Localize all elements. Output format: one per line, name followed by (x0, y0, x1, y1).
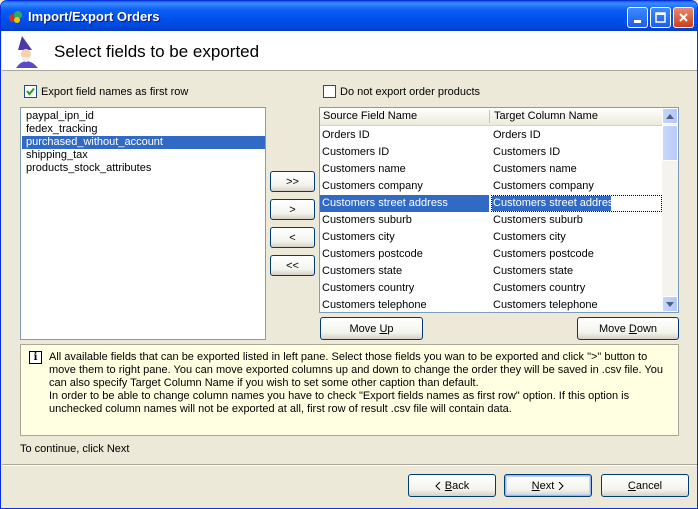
target-column-cell[interactable]: Customers company (493, 178, 594, 195)
info-panel: i All available fields that can be expor… (20, 344, 679, 436)
target-column-cell[interactable]: Customers ID (493, 144, 560, 161)
cancel-label: Cancel (627, 479, 663, 492)
export-names-checkbox-box[interactable] (24, 85, 37, 98)
add-all-button[interactable]: >> (270, 171, 315, 192)
info-text: All available fields that can be exporte… (49, 351, 674, 416)
grid-scrollbar[interactable] (662, 108, 678, 312)
grid-row[interactable]: Customers state Customers state (320, 263, 663, 280)
close-button[interactable] (673, 7, 694, 28)
title-bar[interactable]: Import/Export Orders (1, 1, 697, 31)
minimize-button[interactable] (627, 7, 648, 28)
maximize-button[interactable] (650, 7, 671, 28)
grid-row[interactable]: Customers suburb Customers suburb (320, 212, 663, 229)
remove-all-button[interactable]: << (270, 255, 315, 276)
column-header-target[interactable]: Target Column Name (494, 110, 598, 122)
wizard-icon (16, 36, 38, 68)
continue-hint: To continue, click Next (20, 443, 130, 455)
info-icon: i (29, 351, 42, 364)
target-column-cell[interactable]: Customers country (493, 280, 585, 297)
cancel-button[interactable]: Cancel (601, 474, 689, 497)
grid-row-selected[interactable]: Customers street address Customers street… (320, 195, 663, 212)
grid-row[interactable]: Customers postcode Customers postcode (320, 246, 663, 263)
no-products-label: Do not export order products (340, 85, 481, 98)
list-item[interactable]: shipping_tax (22, 149, 265, 162)
info-line-1: All available fields that can be exporte… (49, 351, 663, 389)
scroll-up-button[interactable] (662, 108, 678, 124)
target-column-cell[interactable]: Orders ID (493, 127, 541, 144)
column-header-source[interactable]: Source Field Name (323, 110, 417, 122)
source-field-cell[interactable]: Customers name (322, 161, 406, 178)
grid-row[interactable]: Customers ID Customers ID (320, 144, 663, 161)
target-column-cell[interactable]: Customers state (493, 263, 573, 280)
no-products-checkbox-box[interactable] (323, 85, 336, 98)
back-button[interactable]: Back (408, 474, 496, 497)
minimize-icon (633, 19, 641, 23)
grid-row[interactable]: Customers country Customers country (320, 280, 663, 297)
grid-row[interactable]: Orders ID Orders ID (320, 127, 663, 144)
no-products-checkbox[interactable]: Do not export order products (323, 85, 480, 98)
target-column-cell[interactable]: Customers city (493, 229, 566, 246)
scroll-down-button[interactable] (662, 296, 678, 312)
target-column-cell[interactable]: Customers street address (493, 195, 619, 212)
list-item[interactable]: products_stock_attributes (22, 162, 265, 175)
source-field-cell[interactable]: Customers street address (322, 195, 448, 212)
move-up-button[interactable]: Move Up (320, 317, 423, 340)
list-item[interactable]: fedex_tracking (22, 123, 265, 136)
source-field-cell[interactable]: Customers suburb (322, 212, 412, 229)
source-field-cell[interactable]: Orders ID (322, 127, 370, 144)
source-field-cell[interactable]: Customers country (322, 280, 414, 297)
grid-header: Source Field Name Target Column Name (320, 108, 663, 126)
chevron-right-icon (558, 481, 565, 490)
move-down-button[interactable]: Move Down (577, 317, 679, 340)
scroll-thumb[interactable] (662, 125, 678, 161)
remove-button[interactable]: < (270, 227, 315, 248)
grid-row[interactable]: Customers telephone Customers telephone (320, 297, 663, 312)
export-names-label: Export field names as first row (41, 85, 189, 98)
source-field-cell[interactable]: Customers telephone (322, 297, 427, 312)
move-down-label: Move Down (598, 322, 658, 335)
footer-divider (2, 464, 697, 466)
maximize-icon (655, 12, 666, 23)
scroll-down-icon (666, 301, 674, 307)
page-title: Select fields to be exported (54, 42, 260, 61)
export-names-checkbox[interactable]: Export field names as first row (24, 85, 188, 98)
target-column-cell[interactable]: Customers postcode (493, 246, 594, 263)
source-field-cell[interactable]: Customers state (322, 263, 402, 280)
add-button[interactable]: > (270, 199, 315, 220)
target-column-cell[interactable]: Customers suburb (493, 212, 583, 229)
source-field-cell[interactable]: Customers ID (322, 144, 389, 161)
export-columns-grid[interactable]: Source Field Name Target Column Name Ord… (319, 107, 679, 313)
next-button[interactable]: Next (504, 474, 592, 497)
scroll-up-icon (666, 113, 674, 119)
header-panel: Select fields to be exported (2, 31, 697, 71)
next-label: Next (531, 479, 555, 492)
chevron-left-icon (435, 481, 441, 490)
target-column-cell[interactable]: Customers name (493, 161, 577, 178)
import-export-window: Import/Export Orders Select fields to be… (0, 0, 698, 509)
check-icon (26, 87, 35, 96)
back-label: Back (444, 479, 470, 492)
grid-row[interactable]: Customers company Customers company (320, 178, 663, 195)
app-icon (9, 11, 22, 23)
grid-row[interactable]: Customers city Customers city (320, 229, 663, 246)
list-item[interactable]: paypal_ipn_id (22, 110, 265, 123)
close-icon (679, 13, 688, 22)
info-line-2: In order to be able to change column nam… (49, 390, 630, 415)
grid-row[interactable]: Customers name Customers name (320, 161, 663, 178)
available-fields-list[interactable]: paypal_ipn_id fedex_tracking purchased_w… (20, 107, 266, 340)
column-divider[interactable] (489, 110, 490, 123)
target-column-cell[interactable]: Customers telephone (493, 297, 598, 312)
window-title: Import/Export Orders (28, 9, 160, 24)
source-field-cell[interactable]: Customers city (322, 229, 395, 246)
source-field-cell[interactable]: Customers company (322, 178, 423, 195)
list-item-selected[interactable]: purchased_without_account (22, 136, 265, 149)
source-field-cell[interactable]: Customers postcode (322, 246, 423, 263)
move-up-label: Move Up (349, 322, 394, 335)
